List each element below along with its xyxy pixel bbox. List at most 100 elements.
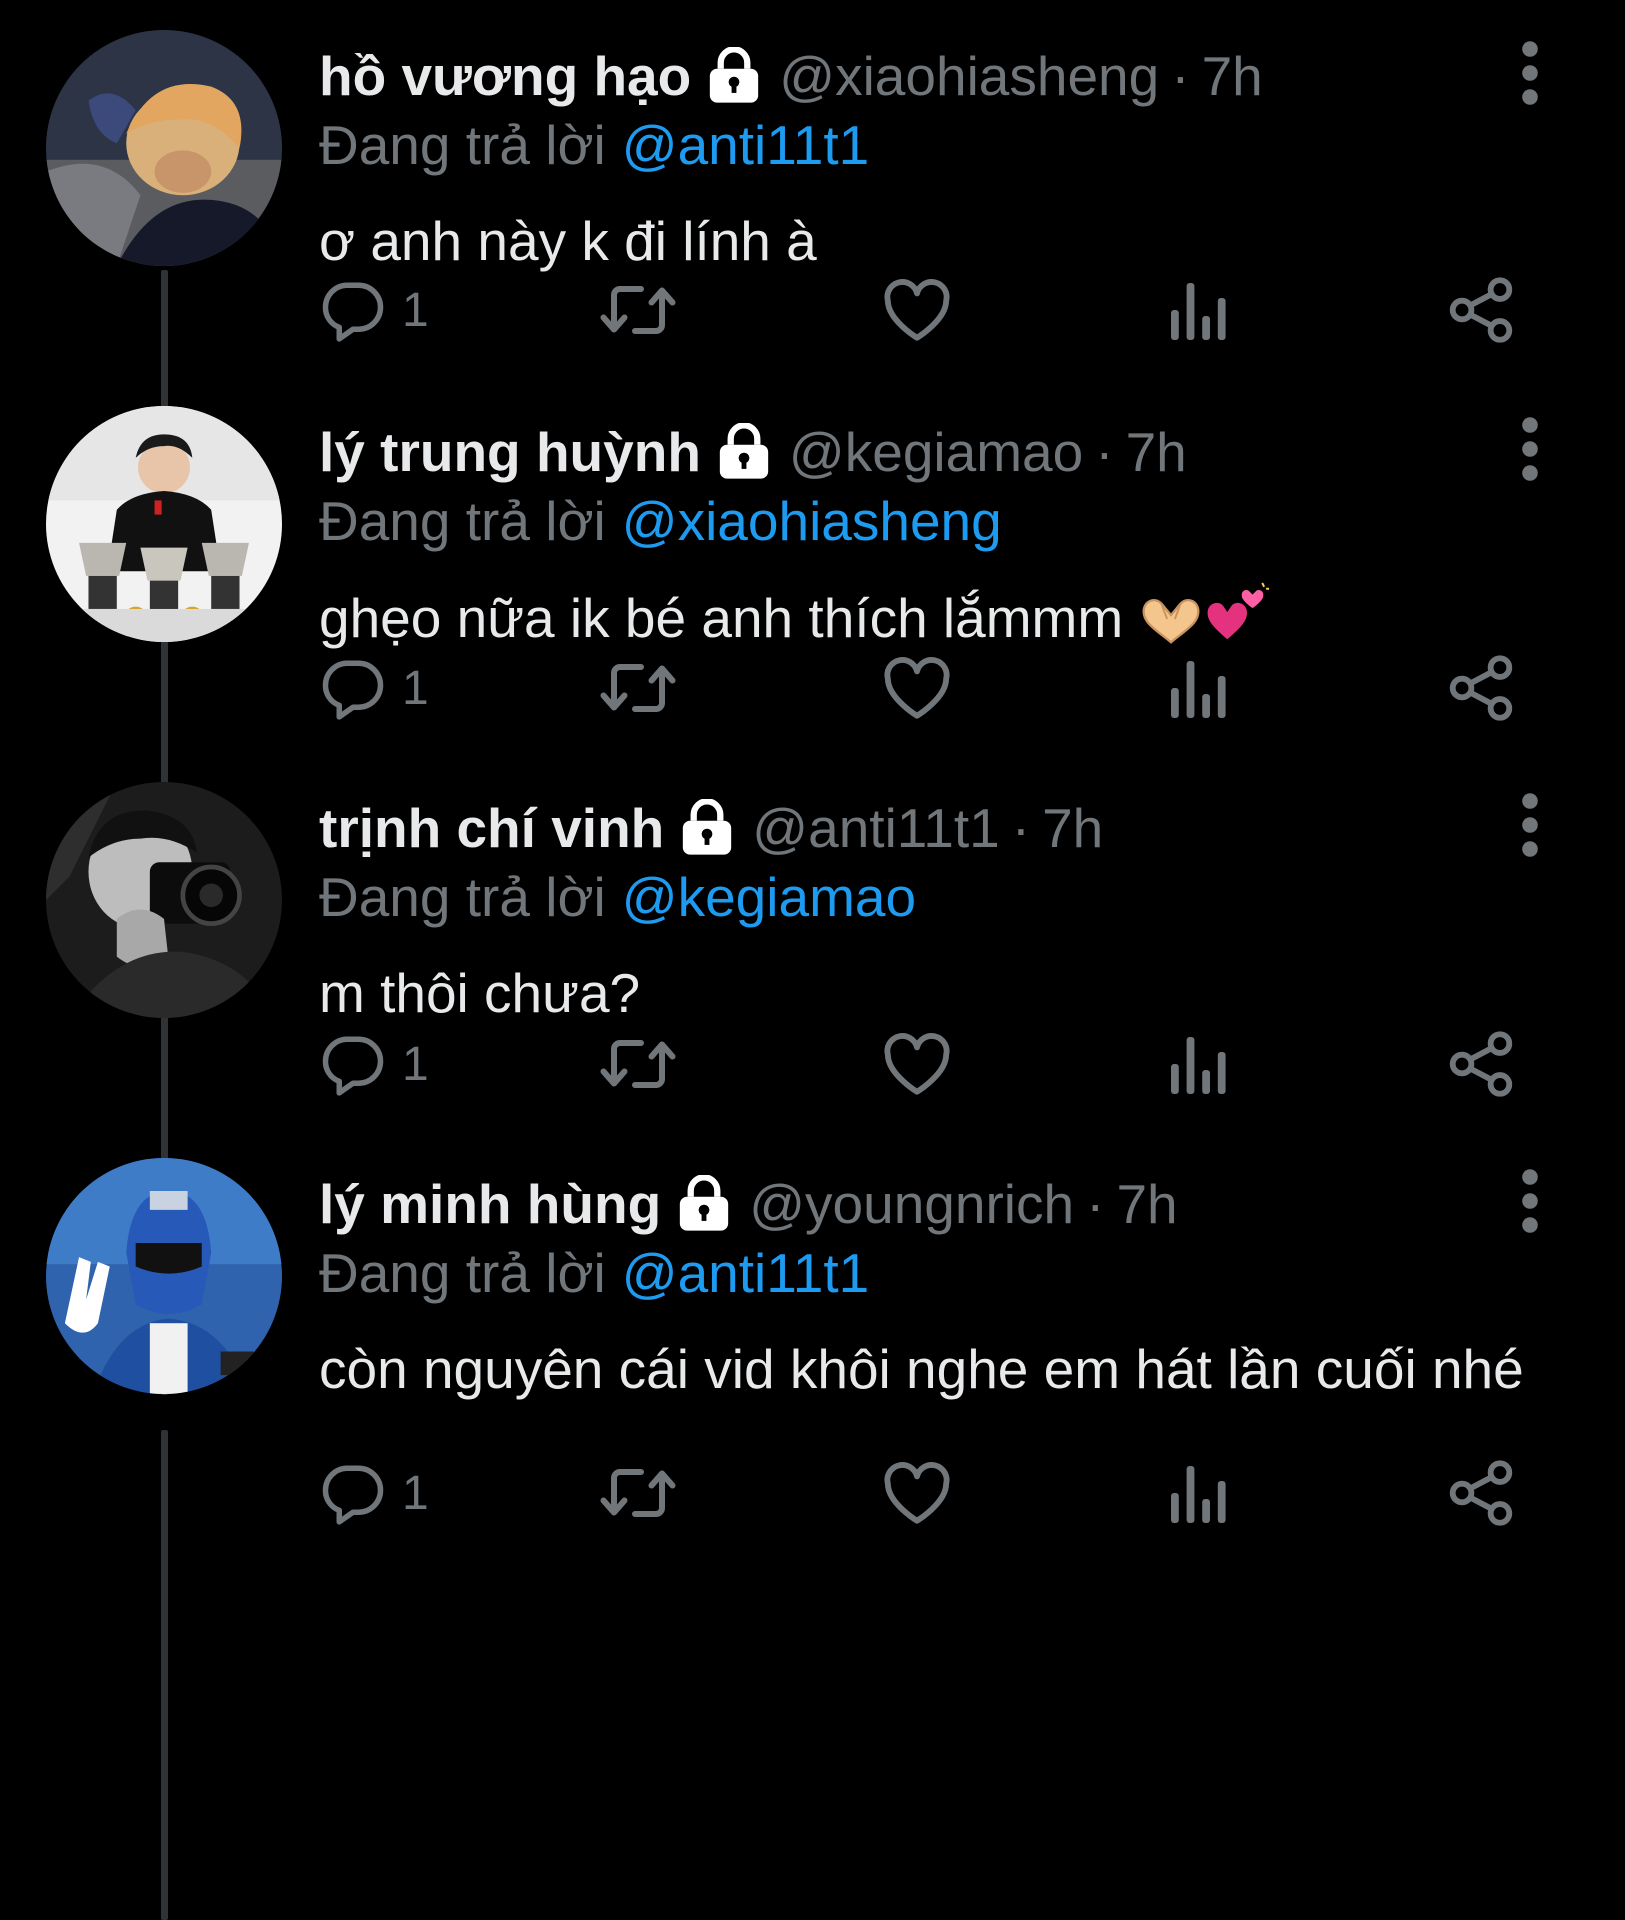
replying-to-label: Đang trả lời (319, 866, 606, 928)
display-name[interactable]: lý minh hùng (319, 1172, 661, 1236)
like-button[interactable] (882, 648, 952, 728)
lock-icon (678, 799, 736, 857)
heart-icon (882, 277, 952, 343)
tweet-text: ơ anh này k đi lính à (319, 205, 1579, 277)
share-icon (1446, 1029, 1516, 1099)
heart-icon (882, 1031, 952, 1097)
tweet-actions: 1 (0, 270, 1625, 350)
retweet-icon (598, 277, 678, 343)
user-handle[interactable]: @xiaohiasheng (779, 44, 1159, 108)
heart-icon (882, 1460, 952, 1526)
reply-button[interactable]: 1 (318, 1024, 429, 1104)
tweet: lý trung huỳnh @kegiamao · 7h Đang trả lời @x… (0, 376, 1625, 752)
like-button[interactable] (882, 1453, 952, 1533)
reply-bubble-icon (318, 655, 388, 721)
tweet-text: m thôi chưa? (319, 957, 1579, 1029)
reply-button[interactable]: 1 (318, 648, 429, 728)
display-name[interactable]: lý trung huỳnh (319, 420, 701, 484)
separator-dot: · (1086, 1173, 1105, 1235)
replying-to: Đang trả lời @anti11t1 (319, 110, 869, 180)
retweet-icon (598, 1460, 678, 1526)
lock-icon (715, 423, 773, 481)
replying-to-label: Đang trả lời (319, 1242, 606, 1304)
avatar[interactable] (46, 782, 282, 1018)
more-vertical-icon (1500, 416, 1560, 482)
like-button[interactable] (882, 1024, 952, 1104)
replying-to: Đang trả lời @xiaohiasheng (319, 486, 1002, 556)
tweet-timestamp[interactable]: 7h (1202, 44, 1263, 108)
bar-chart-icon (1168, 1031, 1228, 1097)
more-options-button[interactable] (1500, 1168, 1560, 1234)
user-handle[interactable]: @youngnrich (749, 1172, 1074, 1236)
tweet-header: lý minh hùng @youngnrich · 7h (319, 1164, 1178, 1244)
more-options-button[interactable] (1500, 792, 1560, 858)
more-vertical-icon (1500, 1168, 1560, 1234)
reply-count: 1 (402, 283, 429, 337)
tweet-timestamp[interactable]: 7h (1126, 420, 1187, 484)
like-button[interactable] (882, 270, 952, 350)
reply-mention-link[interactable]: @anti11t1 (622, 1241, 869, 1305)
reply-bubble-icon (318, 1460, 388, 1526)
share-button[interactable] (1446, 1024, 1516, 1104)
tweet-timestamp[interactable]: 7h (1042, 796, 1103, 860)
tweet-text-content: m thôi chưa? (319, 962, 641, 1024)
more-options-button[interactable] (1500, 40, 1560, 106)
views-button[interactable] (1168, 1024, 1228, 1104)
retweet-button[interactable] (598, 270, 678, 350)
reply-button[interactable]: 1 (318, 1453, 429, 1533)
retweet-icon (598, 1031, 678, 1097)
tweet: trịnh chí vinh @anti11t1 · 7h Đang trả lời @k… (0, 752, 1625, 1128)
lock-icon (675, 1175, 733, 1233)
reply-mention-link[interactable]: @anti11t1 (622, 113, 869, 177)
tweet-actions: 1 (0, 1453, 1625, 1533)
separator-dot: · (1171, 45, 1190, 107)
reply-mention-link[interactable]: @xiaohiasheng (622, 489, 1002, 553)
retweet-icon (598, 655, 678, 721)
tweet-text: còn nguyên cái vid khôi nghe em hát lần … (319, 1333, 1579, 1405)
bar-chart-icon (1168, 277, 1228, 343)
separator-dot: · (1095, 421, 1114, 483)
share-icon (1446, 653, 1516, 723)
replying-to-label: Đang trả lời (319, 114, 606, 176)
reply-mention-link[interactable]: @kegiamao (622, 865, 916, 929)
replying-to: Đang trả lời @anti11t1 (319, 1238, 869, 1308)
retweet-button[interactable] (598, 1453, 678, 1533)
tweet-actions: 1 (0, 1024, 1625, 1104)
views-button[interactable] (1168, 270, 1228, 350)
views-button[interactable] (1168, 1453, 1228, 1533)
tweet-timestamp[interactable]: 7h (1116, 1172, 1177, 1236)
tweet-header: hồ vương hạo @xiaohiasheng · 7h (319, 36, 1263, 116)
reply-count: 1 (402, 661, 429, 715)
avatar[interactable] (46, 406, 282, 642)
more-options-button[interactable] (1500, 416, 1560, 482)
tweet-text-content: ơ anh này k đi lính à (319, 210, 817, 272)
tweet-header: lý trung huỳnh @kegiamao · 7h (319, 412, 1187, 492)
reply-bubble-icon (318, 1031, 388, 1097)
tweet-header: trịnh chí vinh @anti11t1 · 7h (319, 788, 1103, 868)
display-name[interactable]: hồ vương hạo (319, 44, 691, 108)
tweet-text-content: ghẹo nữa ik bé anh thích lắmmm (319, 587, 1124, 649)
bar-chart-icon (1168, 655, 1228, 721)
more-vertical-icon (1500, 40, 1560, 106)
share-icon (1446, 275, 1516, 345)
avatar[interactable] (46, 30, 282, 266)
reply-count: 1 (402, 1037, 429, 1091)
views-button[interactable] (1168, 648, 1228, 728)
separator-dot: · (1011, 797, 1031, 859)
reply-button[interactable]: 1 (318, 270, 429, 350)
avatar[interactable] (46, 1158, 282, 1394)
replying-to-label: Đang trả lời (319, 490, 606, 552)
display-name[interactable]: trịnh chí vinh (319, 796, 664, 860)
retweet-button[interactable] (598, 648, 678, 728)
retweet-button[interactable] (598, 1024, 678, 1104)
user-handle[interactable]: @kegiamao (789, 420, 1083, 484)
share-button[interactable] (1446, 648, 1516, 728)
share-button[interactable] (1446, 270, 1516, 350)
more-vertical-icon (1500, 792, 1560, 858)
reply-bubble-icon (318, 277, 388, 343)
reply-thread: hồ vương hạo @xiaohiasheng · 7h Đang trả lời… (0, 0, 1625, 1920)
heart-icon (882, 655, 952, 721)
user-handle[interactable]: @anti11t1 (752, 796, 999, 860)
tweet-text-content: còn nguyên cái vid khôi nghe em hát lần … (319, 1338, 1524, 1400)
share-button[interactable] (1446, 1453, 1516, 1533)
